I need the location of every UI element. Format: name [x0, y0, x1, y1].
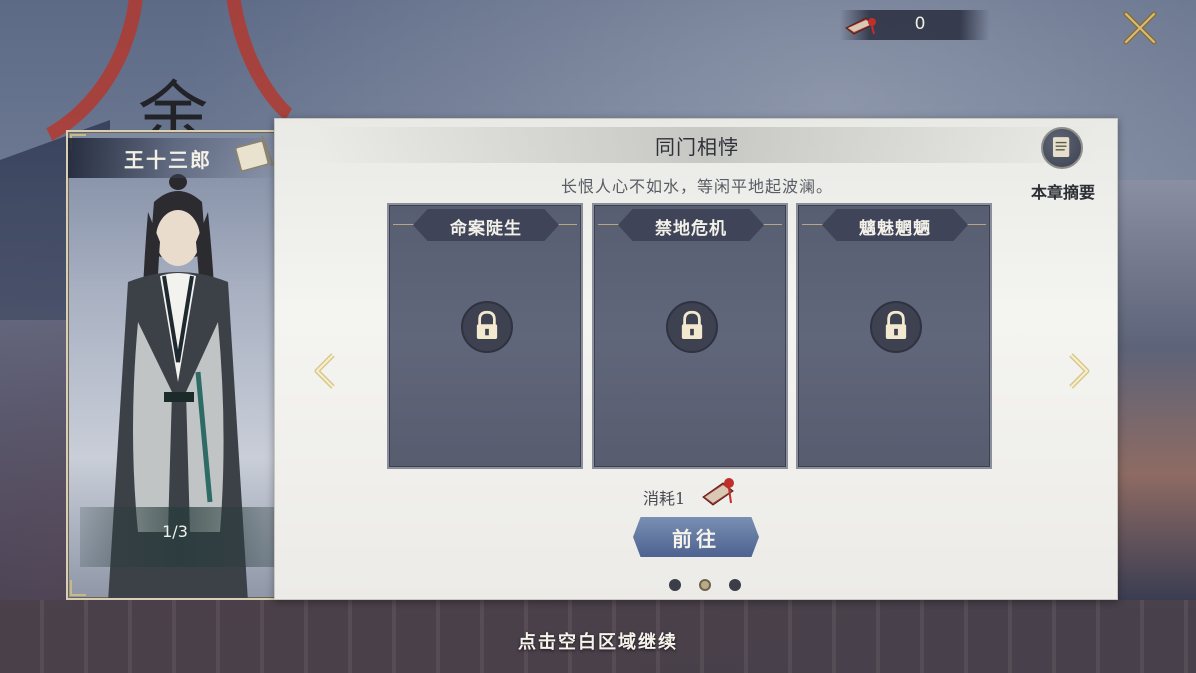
next-arrow-icon[interactable]	[1063, 351, 1093, 391]
panel-title: 同门相悖	[655, 135, 739, 159]
continue-hint: 点击空白区域继续	[518, 632, 678, 653]
label-ornament	[802, 224, 824, 225]
currency-value: 0	[914, 14, 926, 34]
chapter-summary-button[interactable]: 本章摘要	[1023, 127, 1103, 202]
chapter-label: 禁地危机	[655, 219, 727, 239]
page-indicator	[665, 577, 745, 593]
chapter-label: 命案陡生	[450, 219, 522, 239]
card-corner-ornament	[70, 580, 86, 596]
lock-icon	[666, 301, 718, 353]
go-button[interactable]: 前往	[633, 517, 759, 557]
chapter-label: 魑魅魍魉	[859, 219, 931, 239]
previous-arrow-icon[interactable]	[311, 351, 341, 391]
chapter-summary-label: 本章摘要	[1030, 183, 1095, 202]
background-city	[1118, 180, 1196, 600]
chapter-card[interactable]: 禁地危机	[592, 203, 788, 469]
chapter-card[interactable]: 命案陡生	[387, 203, 583, 469]
document-icon	[1041, 127, 1083, 169]
lock-icon	[870, 301, 922, 353]
lock-icon	[461, 301, 513, 353]
red-token-book-icon	[702, 478, 734, 506]
page-dot[interactable]	[669, 579, 681, 591]
close-x-icon[interactable]	[1120, 8, 1160, 48]
label-ornament	[598, 224, 620, 225]
chapter-card[interactable]: 魑魅魍魉	[796, 203, 992, 469]
cost-display: 消耗1	[643, 471, 763, 511]
character-counter: 1/3	[162, 522, 188, 541]
character-name: 王十三郎	[124, 148, 212, 172]
go-button-label: 前往	[672, 526, 720, 551]
character-card[interactable]: 王十三郎 1/3	[66, 130, 280, 600]
chapter-select-panel: 同门相悖 长恨人心不如水，等闲平地起波澜。 本章摘要 命案陡生 禁地危机 魑魅魍…	[274, 118, 1118, 600]
page-dot-active[interactable]	[699, 579, 711, 591]
scroll-icon[interactable]	[232, 132, 276, 176]
label-ornament	[393, 224, 415, 225]
cost-label: 消耗1	[643, 489, 686, 508]
currency-display: 0	[840, 10, 990, 40]
red-token-book-icon	[845, 17, 876, 35]
page-dot[interactable]	[729, 579, 741, 591]
panel-subtitle: 长恨人心不如水，等闲平地起波澜。	[560, 177, 833, 196]
